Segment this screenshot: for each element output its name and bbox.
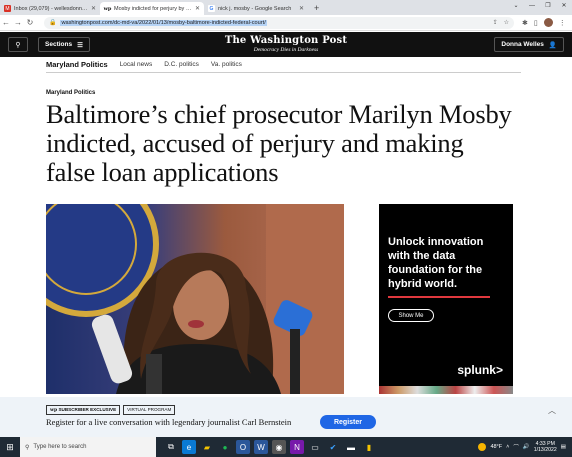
reload-icon[interactable]: ↻ [24,18,36,27]
todo-check-icon[interactable]: ✔ [326,440,340,454]
back-icon[interactable]: ← [0,18,12,27]
chevron-down-icon[interactable]: ⌄ [508,0,524,13]
search-icon: ⚲ [25,444,30,451]
chevron-up-icon[interactable]: ︿ [548,405,556,416]
close-icon[interactable]: ✕ [299,5,304,12]
photo-illustration [46,204,344,394]
search-button[interactable]: ⚲ [8,37,28,52]
tab-inbox[interactable]: M Inbox (29,079) - wellesdonnelle@... ✕ [0,2,100,15]
article-kicker[interactable]: Maryland Politics [46,90,95,96]
network-icon[interactable]: ⌒ [513,443,519,451]
ad-headline: Unlock innovation with the data foundati… [388,236,484,290]
sections-label: Sections [45,41,73,48]
section-nav-title[interactable]: Maryland Politics [46,60,108,69]
minimize-icon[interactable]: — [524,0,540,13]
subscriber-exclusive-badge: wp SUBSCRIBER EXCLUSIVE [46,405,121,415]
user-icon: 👤 [548,41,557,49]
search-icon: ⚲ [15,41,21,49]
menu-dots-icon[interactable]: ⋮ [559,19,566,27]
tab-google-search[interactable]: G nick j. mosby - Google Search ✕ [204,2,308,15]
chrome-icon[interactable]: ◉ [272,440,286,454]
window-controls: ⌄ — ❐ ✕ [508,0,572,13]
close-icon[interactable]: ✕ [91,5,96,12]
close-icon[interactable]: ✕ [195,5,200,12]
account-button[interactable]: Donna Welles 👤 [494,37,564,52]
outlook-icon[interactable]: O [236,440,250,454]
sections-button[interactable]: Sections ☰ [38,37,90,52]
onenote-icon[interactable]: N [290,440,304,454]
tab-title: nick j. mosby - Google Search [218,5,292,12]
system-tray: 48°F ˄ ⌒ 🔊 4:33 PM 1/13/2022 ▤ [478,441,572,454]
spotify-icon[interactable]: ● [218,440,232,454]
taskbar-search-field[interactable]: ⚲ Type here to search [20,437,156,457]
new-tab-button[interactable]: + [308,2,325,15]
volume-icon[interactable]: 🔊 [523,444,530,450]
app-icon[interactable]: ▬ [344,440,358,454]
register-button[interactable]: Register [320,415,376,429]
photos-icon[interactable]: ▭ [308,440,322,454]
wapo-icon: wp [50,408,58,413]
clock-date: 1/13/2022 [533,447,557,453]
windows-start-icon[interactable]: ⊞ [0,442,20,453]
edge-icon[interactable]: e [182,440,196,454]
tab-title: Mosby indicted for perjury by fe... [114,5,192,12]
address-bar-row: ← → ↻ 🔒 washingtonpost.com/dc-md-va/2022… [0,15,572,31]
lock-icon[interactable]: 🔒 [49,19,56,26]
weather-temperature[interactable]: 48°F [490,444,502,450]
wapo-icon: wp [103,5,112,12]
extensions-icon[interactable]: ✱ [522,19,528,27]
forward-icon[interactable]: → [12,18,24,27]
chevron-up-icon[interactable]: ˄ [506,444,509,450]
share-icon[interactable]: ⇪ [493,19,498,26]
badge-label: SUBSCRIBER EXCLUSIVE [58,407,117,412]
ad-image-strip [379,386,513,394]
gmail-icon: M [4,5,11,12]
bookmark-star-icon[interactable]: ☆ [504,19,509,26]
tab-mosby-article[interactable]: wp Mosby indicted for perjury by fe... ✕ [100,2,204,15]
windows-taskbar: ⊞ ⚲ Type here to search ⧉ e ▰ ● O W ◉ N … [0,437,572,457]
account-name: Donna Welles [501,41,544,48]
google-icon: G [208,5,215,12]
weather-sun-icon[interactable] [478,443,487,451]
browser-tab-strip: M Inbox (29,079) - wellesdonnelle@... ✕ … [0,0,572,15]
taskbar-search-placeholder: Type here to search [33,444,87,450]
reading-list-icon[interactable]: ▯ [534,19,538,27]
virtual-program-badge: VIRTUAL PROGRAM [123,405,176,415]
advertisement[interactable]: Unlock innovation with the data foundati… [379,204,513,394]
notifications-icon[interactable]: ▤ [561,444,566,450]
url-text[interactable]: washingtonpost.com/dc-md-va/2022/01/13/m… [60,19,267,26]
task-view-icon[interactable]: ⧉ [164,440,178,454]
tab-title: Inbox (29,079) - wellesdonnelle@... [14,5,88,12]
article-photo [46,204,344,394]
section-link-va-politics[interactable]: Va. politics [211,61,242,68]
word-icon[interactable]: W [254,440,268,454]
sticky-notes-icon[interactable]: ▮ [362,440,376,454]
site-header: The Washington Post Democracy Dies in Da… [0,32,572,57]
ad-show-me-button[interactable]: Show Me [388,309,434,322]
url-field[interactable]: 🔒 washingtonpost.com/dc-md-va/2022/01/13… [44,16,514,29]
ad-brand-logo: splunk> [457,363,503,377]
section-nav: Maryland Politics Local news D.C. politi… [46,57,521,73]
promo-banner: wp SUBSCRIBER EXCLUSIVE VIRTUAL PROGRAM … [0,397,572,437]
promo-text[interactable]: Register for a live conversation with le… [46,417,291,427]
article-headline: Baltimore’s chief prosecutor Marilyn Mos… [46,99,512,187]
taskbar-clock[interactable]: 4:33 PM 1/13/2022 [534,441,557,454]
file-explorer-icon[interactable]: ▰ [200,440,214,454]
hamburger-icon: ☰ [77,41,83,49]
close-window-icon[interactable]: ✕ [556,0,572,13]
restore-icon[interactable]: ❐ [540,0,556,13]
ad-divider [388,296,490,298]
profile-avatar[interactable] [543,18,553,27]
section-link-local-news[interactable]: Local news [120,61,153,68]
section-link-dc-politics[interactable]: D.C. politics [164,61,199,68]
